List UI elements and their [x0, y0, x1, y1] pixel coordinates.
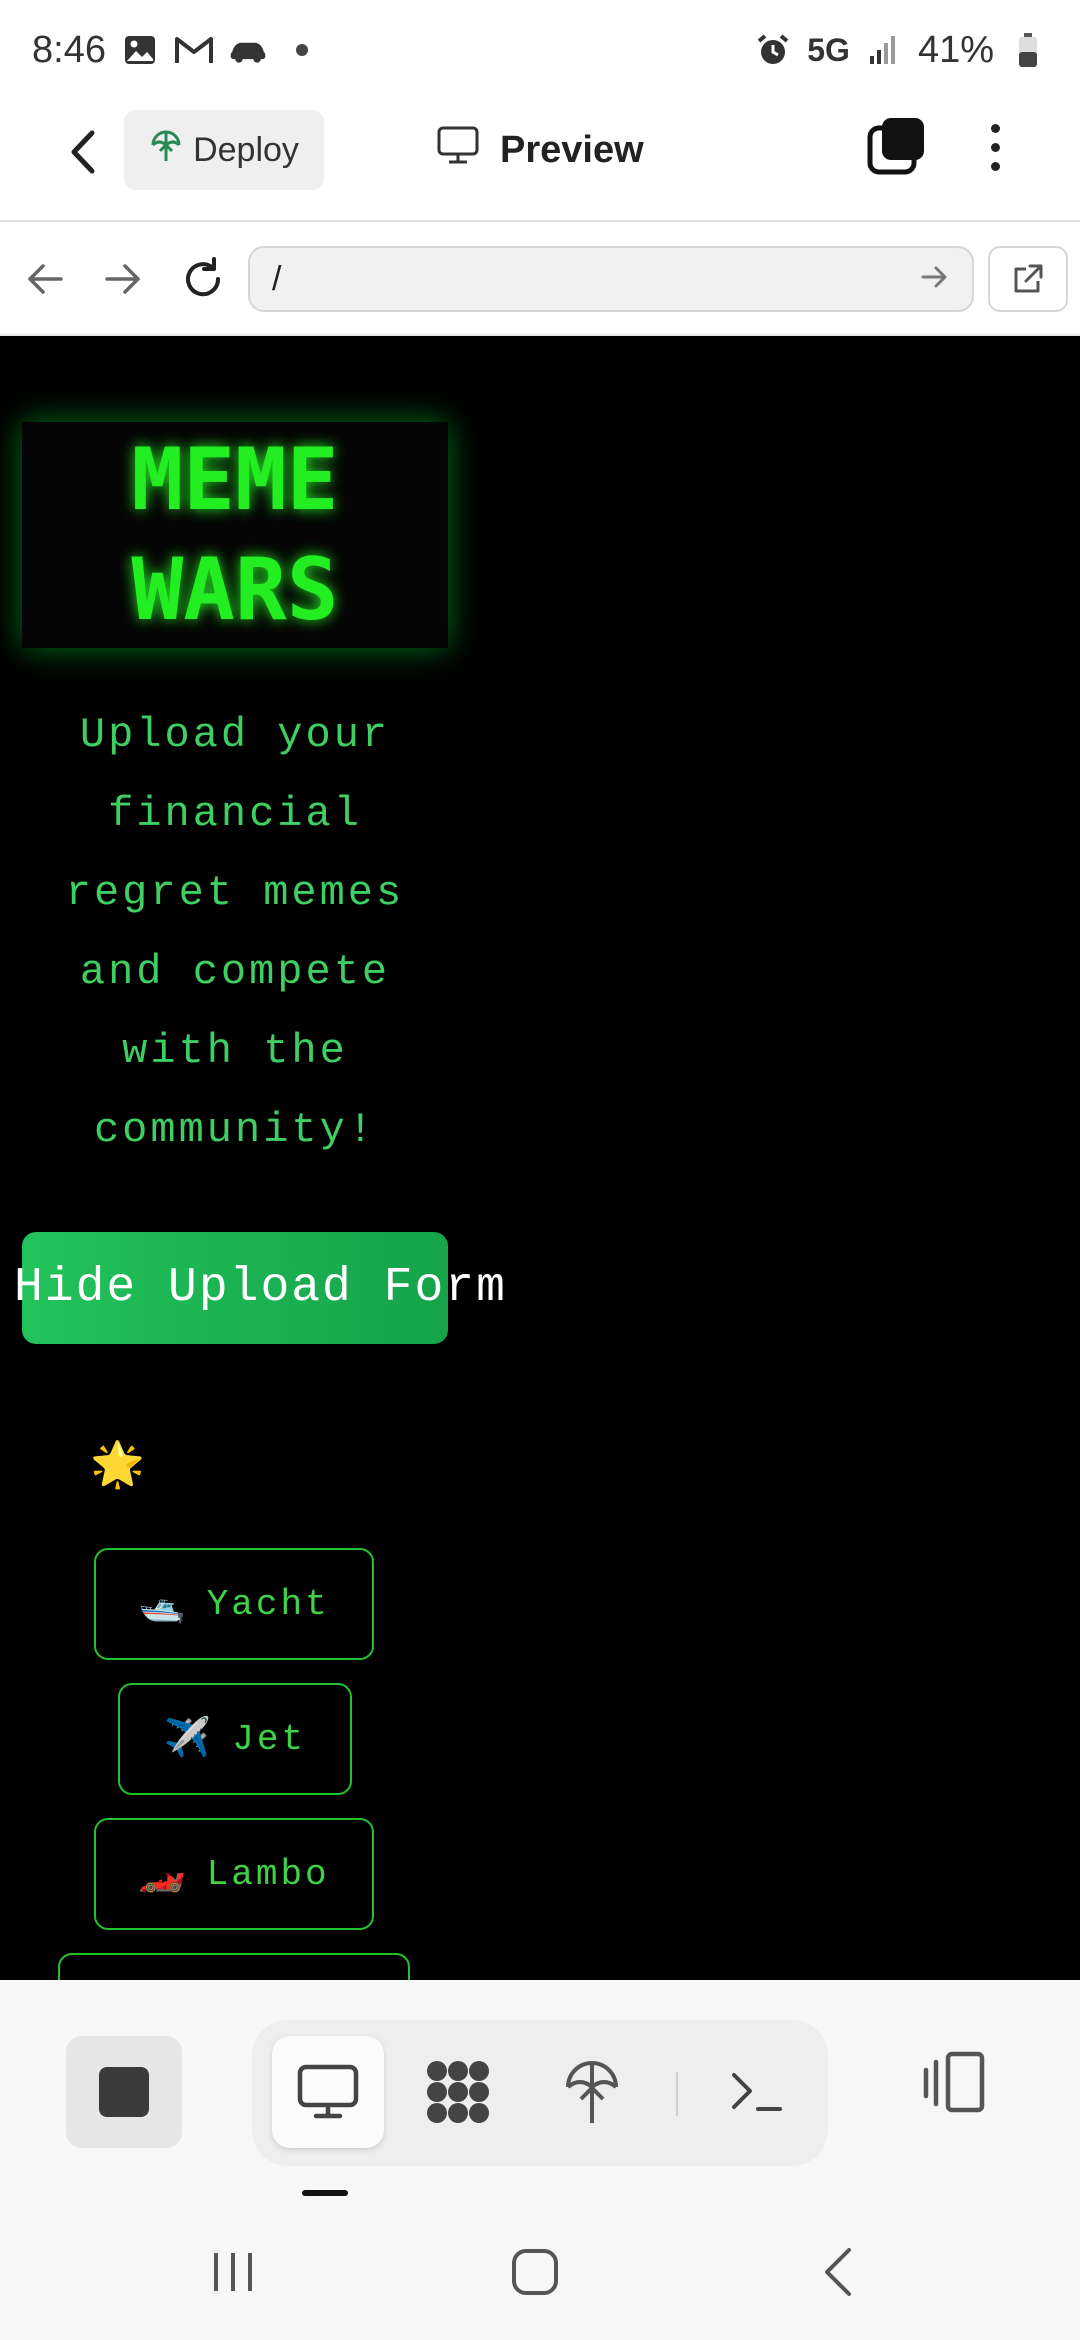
page-title: MEME WARS: [85, 425, 385, 645]
status-right: 5G 41%: [753, 29, 1048, 72]
more-dot-icon: [990, 142, 1000, 152]
battery-percent: 41%: [917, 28, 994, 71]
signal-icon: [864, 30, 904, 70]
deploy-icon: [566, 2061, 618, 2123]
notification-dot: [295, 44, 308, 56]
status-time: 8:46: [32, 28, 106, 71]
device-toggle-button[interactable]: [920, 2046, 992, 2118]
jet-icon: ✈️: [163, 1719, 215, 1762]
responsive-view-icon: [923, 2051, 985, 2113]
stop-button[interactable]: [66, 2036, 182, 2148]
tool-integrations-button[interactable]: [402, 2036, 514, 2148]
hide-upload-form-label[interactable]: Hide Upload Form: [14, 1232, 507, 1344]
stop-icon: [99, 2067, 149, 2117]
recent-apps-button[interactable]: [198, 2242, 268, 2302]
network-label: 5G: [807, 31, 850, 68]
more-dot-icon: [990, 161, 1000, 171]
tool-group: [252, 2020, 828, 2166]
reload-button[interactable]: [176, 252, 230, 306]
monitor-icon: [436, 125, 480, 175]
tool-deploy-button[interactable]: [536, 2036, 648, 2148]
browser-forward-button[interactable]: [96, 252, 150, 306]
alarm-icon: [753, 30, 793, 70]
arrow-right-icon: [105, 264, 140, 294]
title-line-2: WARS: [131, 540, 339, 640]
url-input[interactable]: /: [248, 246, 974, 312]
terminal-icon: [732, 2073, 782, 2111]
title-line-1: MEME: [131, 430, 339, 530]
preview-viewport: MEME WARS Upload your financial regret m…: [0, 336, 1080, 1980]
preview-tab[interactable]: Preview: [436, 110, 644, 190]
arrow-left-icon: [28, 264, 63, 294]
app-bar: Deploy Preview: [0, 100, 1080, 222]
page-subtitle: Upload your financial regret memes and c…: [65, 711, 405, 1154]
gmail-icon: [174, 30, 214, 70]
more-dot-icon: [990, 123, 1000, 133]
option-yacht-button[interactable]: 🛥️ Yacht: [94, 1548, 374, 1660]
chevron-left-icon: [71, 130, 95, 174]
tool-divider: [676, 2072, 678, 2116]
option-label: Yacht: [206, 1583, 330, 1625]
open-external-button[interactable]: [988, 246, 1068, 312]
meme-wars-title-box: MEME WARS: [22, 422, 448, 648]
home-icon: [512, 2249, 558, 2295]
back-chevron-icon: [825, 2248, 851, 2296]
option-label: Jet: [232, 1718, 307, 1760]
reload-icon: [186, 257, 221, 297]
go-arrow-icon[interactable]: [920, 260, 950, 299]
deploy-icon: [149, 127, 183, 174]
battery-icon: [1008, 30, 1048, 70]
status-bar: 8:46 5G 41%: [0, 0, 1080, 100]
nodes-icon: [427, 2061, 489, 2123]
car-icon: [228, 30, 268, 70]
active-tab-indicator: [302, 2190, 348, 2196]
option-label: Lambo: [206, 1853, 330, 1895]
home-button[interactable]: [500, 2242, 570, 2302]
recent-apps-icon: [214, 2253, 252, 2291]
lambo-icon: 🏎️: [138, 1854, 189, 1897]
deploy-label: Deploy: [193, 130, 299, 169]
preview-label: Preview: [500, 128, 644, 171]
tool-preview-button[interactable]: [272, 2036, 384, 2148]
option-jet-button[interactable]: ✈️ Jet: [118, 1683, 352, 1795]
external-link-icon: [1014, 264, 1043, 293]
more-options-button[interactable]: [970, 116, 1020, 178]
yacht-icon: 🛥️: [138, 1584, 189, 1627]
gallery-icon: [120, 30, 160, 70]
browser-back-button[interactable]: [18, 252, 72, 306]
monitor-icon: [297, 2064, 359, 2119]
system-back-button[interactable]: [804, 2242, 874, 2302]
back-button[interactable]: [52, 122, 112, 182]
bottom-toolbar: [0, 1980, 1080, 2200]
option-lambo-button[interactable]: 🏎️ Lambo: [94, 1818, 374, 1930]
deploy-button[interactable]: Deploy: [124, 110, 324, 190]
url-text: /: [272, 259, 282, 298]
option-partial-button[interactable]: [58, 1953, 410, 1980]
stacked-squares-icon: [867, 118, 924, 175]
tabs-button[interactable]: [866, 116, 928, 178]
tool-console-button[interactable]: [700, 2036, 812, 2148]
browser-bar: /: [0, 222, 1080, 336]
status-left: 8:46: [32, 29, 308, 72]
system-navigation-bar: [0, 2200, 1080, 2340]
sparkle-icon: 🌟: [90, 1440, 145, 1489]
